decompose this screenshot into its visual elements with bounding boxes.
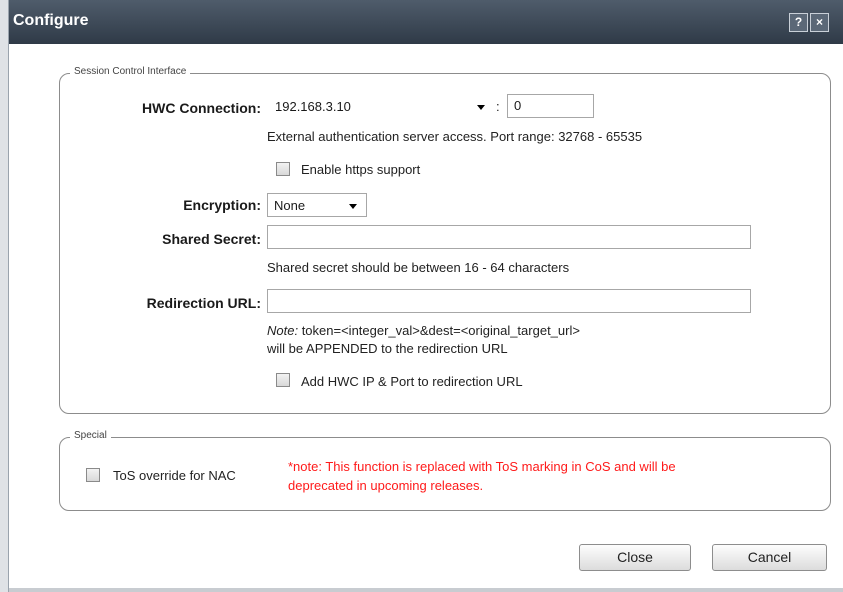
hwc-connection-label: HWC Connection: [142, 100, 261, 116]
enable-https-label: Enable https support [301, 162, 421, 177]
dialog-title: Configure [13, 12, 89, 29]
special-legend: Special [70, 430, 111, 441]
dialog-bottom-edge [9, 588, 843, 592]
redirection-note-prefix: Note: [267, 323, 299, 338]
chevron-down-icon [349, 204, 357, 209]
session-control-legend: Session Control Interface [70, 66, 191, 77]
encryption-select[interactable]: None [267, 193, 367, 217]
cancel-button[interactable]: Cancel [712, 544, 827, 571]
port-separator: : [496, 99, 500, 114]
title-bar: Configure ? × [9, 0, 843, 44]
tos-override-label: ToS override for NAC [113, 468, 236, 483]
help-icon[interactable]: ? [789, 13, 808, 32]
add-hwc-ip-checkbox[interactable] [276, 373, 290, 387]
special-note-line2: deprecated in upcoming releases. [288, 478, 484, 493]
chevron-down-icon [477, 105, 485, 110]
redirection-url-label: Redirection URL: [146, 295, 261, 311]
encryption-label: Encryption: [183, 197, 261, 213]
hwc-connection-value: 192.168.3.10 [275, 99, 351, 114]
shared-secret-input[interactable] [267, 225, 751, 249]
shared-secret-label: Shared Secret: [162, 231, 261, 247]
enable-https-checkbox[interactable] [276, 162, 290, 176]
special-note-line1: *note: This function is replaced with To… [288, 459, 676, 474]
add-hwc-ip-label: Add HWC IP & Port to redirection URL [301, 374, 523, 389]
hwc-connection-help: External authentication server access. P… [267, 129, 643, 144]
redirection-url-input[interactable] [267, 289, 751, 313]
tos-override-checkbox[interactable] [86, 468, 100, 482]
shared-secret-help: Shared secret should be between 16 - 64 … [267, 260, 570, 275]
close-button[interactable]: Close [579, 544, 691, 571]
redirection-note-line2: will be APPENDED to the redirection URL [267, 341, 508, 356]
encryption-value: None [274, 198, 306, 213]
hwc-connection-select[interactable]: 192.168.3.10 [269, 95, 501, 119]
close-icon[interactable]: × [810, 13, 829, 32]
redirection-note-text: token=<integer_val>&dest=<original_targe… [298, 323, 580, 338]
redirection-note-line1: Note: token=<integer_val>&dest=<original… [267, 323, 580, 338]
hwc-port-input[interactable]: 0 [507, 94, 594, 118]
configure-dialog: Configure ? × Session Control Interface … [8, 0, 843, 592]
